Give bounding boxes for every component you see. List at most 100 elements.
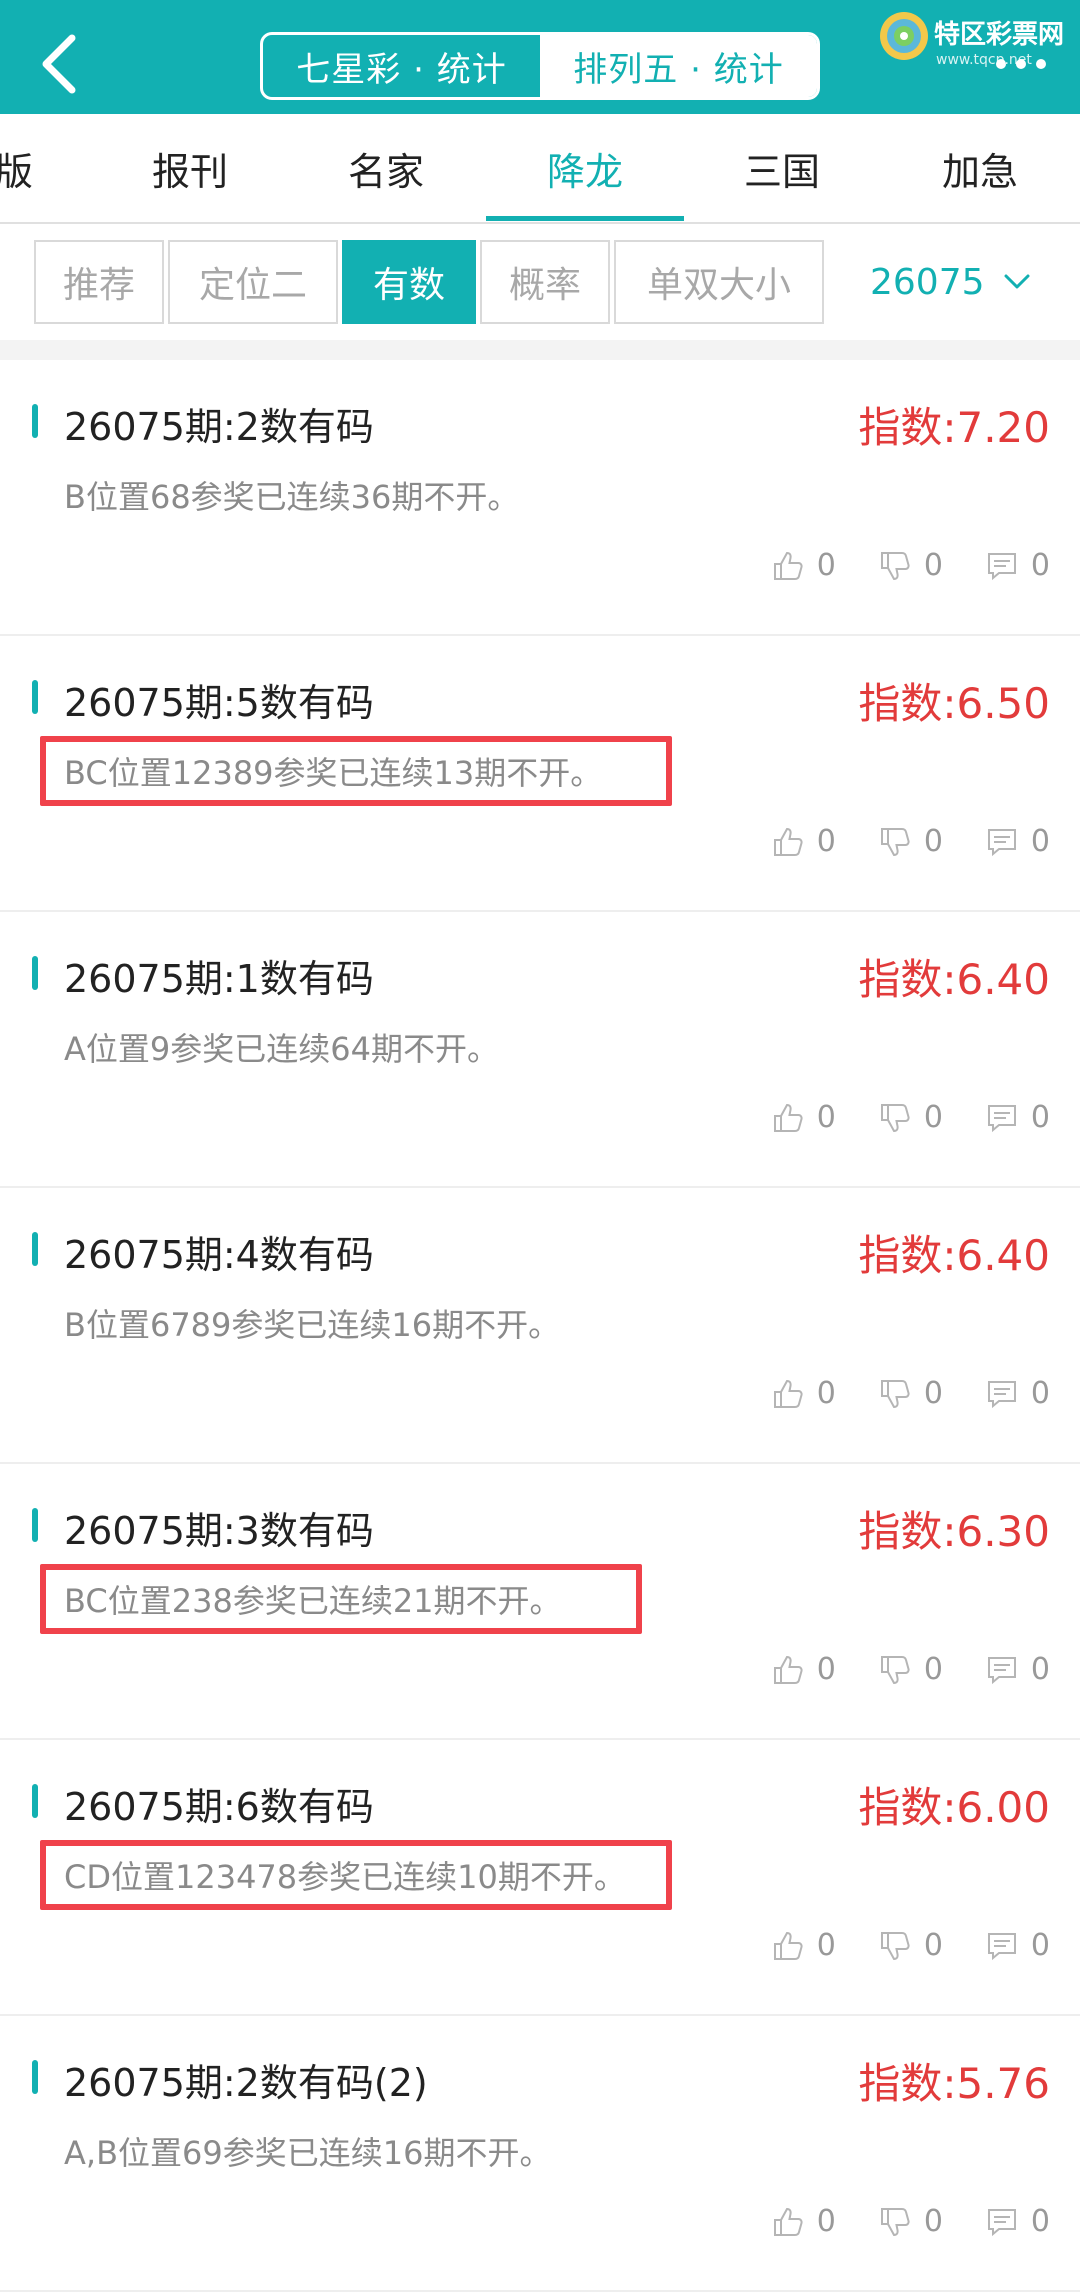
issue-number: 26075 [870,261,985,303]
thumb-down-icon [880,2207,910,2236]
more-button[interactable] [986,52,1056,76]
stat-list: 26075期:2数有码 指数:7.20 B位置68参奖已连续36期不开。 0 0 [0,360,1080,2292]
comment-button[interactable]: 0 [985,1928,1050,1963]
filter-dingwei[interactable]: 定位二 [168,240,338,324]
list-item[interactable]: 26075期:2数有码(2) 指数:5.76 A,B位置69参奖已连续16期不开… [0,2016,1080,2292]
item-title: 26075期:4数有码 [64,1233,374,1277]
highlight-box [40,1564,642,1634]
item-title: 26075期:3数有码 [64,1509,374,1553]
highlight-box [40,736,672,806]
dislike-button[interactable]: 0 [878,2204,943,2239]
accent-bar [32,404,38,438]
item-actions: 0 0 0 [771,824,1050,859]
like-count: 0 [816,2204,836,2239]
dislike-count: 0 [923,2204,943,2239]
item-title: 26075期:5数有码 [64,681,374,725]
list-item[interactable]: 26075期:1数有码 指数:6.40 A位置9参奖已连续64期不开。 0 0 [0,912,1080,1188]
item-index: 指数:5.76 [858,2059,1050,2108]
like-button[interactable]: 0 [771,548,836,583]
like-button[interactable]: 0 [771,2204,836,2239]
like-count: 0 [816,1928,836,1963]
tab-jianglong[interactable]: 降龙 [505,114,665,222]
dislike-button[interactable]: 0 [878,824,943,859]
like-count: 0 [816,1376,836,1411]
tab-ban[interactable]: 版 [0,114,94,222]
dislike-count: 0 [923,548,943,583]
comment-icon [987,1380,1016,1408]
issue-dropdown[interactable]: 26075 [870,240,1050,324]
item-index: 指数:6.30 [858,1507,1050,1556]
comment-button[interactable]: 0 [985,548,1050,583]
item-description: A位置9参奖已连续64期不开。 [64,1030,499,1068]
accent-bar [32,1232,38,1266]
dislike-button[interactable]: 0 [878,1652,943,1687]
dislike-button[interactable]: 0 [878,548,943,583]
tab-sanguo[interactable]: 三国 [702,114,862,222]
item-actions: 0 0 0 [771,548,1050,583]
thumb-up-icon [773,551,803,580]
list-item[interactable]: 26075期:3数有码 指数:6.30 BC位置238参奖已连续21期不开。 0… [0,1464,1080,1740]
logo-text: 特区彩票网 [934,20,1065,50]
comment-icon [987,552,1016,580]
tab-jiaji[interactable]: 加急 [900,114,1060,222]
item-index: 指数:6.40 [858,1231,1050,1280]
filter-tuijian[interactable]: 推荐 [34,240,164,324]
comment-count: 0 [1030,824,1050,859]
thumb-down-icon [880,827,910,856]
active-tab-indicator [486,216,684,221]
list-item[interactable]: 26075期:5数有码 指数:6.50 BC位置12389参奖已连续13期不开。… [0,636,1080,912]
item-index: 指数:6.40 [858,955,1050,1004]
filter-tabs: 推荐 定位二 有数 概率 单双大小 [34,240,828,324]
thumb-down-icon [880,551,910,580]
back-button[interactable] [28,26,88,102]
accent-bar [32,2060,38,2094]
like-button[interactable]: 0 [771,1928,836,1963]
like-button[interactable]: 0 [771,824,836,859]
item-actions: 0 0 0 [771,1100,1050,1135]
highlight-box [40,1840,672,1910]
chevron-down-icon [1004,274,1030,289]
comment-icon [987,1656,1016,1684]
lottery-switch: 七星彩 · 统计 排列五 · 统计 [260,32,820,100]
item-title: 26075期:6数有码 [64,1785,374,1829]
thumb-up-icon [773,1655,803,1684]
comment-button[interactable]: 0 [985,1376,1050,1411]
comment-button[interactable]: 0 [985,1100,1050,1135]
tab-baokan[interactable]: 报刊 [110,114,270,222]
comment-button[interactable]: 0 [985,1652,1050,1687]
accent-bar [32,1784,38,1818]
list-item[interactable]: 26075期:2数有码 指数:7.20 B位置68参奖已连续36期不开。 0 0 [0,360,1080,636]
dislike-button[interactable]: 0 [878,1376,943,1411]
comment-button[interactable]: 0 [985,2204,1050,2239]
filter-danshuang[interactable]: 单双大小 [614,240,824,324]
thumb-down-icon [880,1379,910,1408]
more-dots-icon [996,59,1006,69]
tab-mingjia[interactable]: 名家 [306,114,466,222]
filter-gailv[interactable]: 概率 [480,240,610,324]
item-actions: 0 0 0 [771,2204,1050,2239]
filter-youshu[interactable]: 有数 [342,240,476,324]
comment-count: 0 [1030,1652,1050,1687]
like-button[interactable]: 0 [771,1652,836,1687]
like-count: 0 [816,824,836,859]
list-item[interactable]: 26075期:6数有码 指数:6.00 CD位置123478参奖已连续10期不开… [0,1740,1080,2016]
item-title: 26075期:2数有码 [64,405,374,449]
seg-qixingcai[interactable]: 七星彩 · 统计 [263,35,540,97]
thumb-up-icon [773,1103,803,1132]
comment-count: 0 [1030,1100,1050,1135]
dislike-button[interactable]: 0 [878,1100,943,1135]
seg-pailiewu[interactable]: 排列五 · 统计 [540,35,817,97]
list-item[interactable]: 26075期:4数有码 指数:6.40 B位置6789参奖已连续16期不开。 0… [0,1188,1080,1464]
dislike-button[interactable]: 0 [878,1928,943,1963]
item-index: 指数:6.50 [858,679,1050,728]
like-button[interactable]: 0 [771,1100,836,1135]
comment-button[interactable]: 0 [985,824,1050,859]
more-dot [1036,59,1046,69]
comment-count: 0 [1030,2204,1050,2239]
thumb-down-icon [880,1655,910,1684]
like-count: 0 [816,1100,836,1135]
thumb-up-icon [773,827,803,856]
like-button[interactable]: 0 [771,1376,836,1411]
item-index: 指数:7.20 [858,403,1050,452]
accent-bar [32,1508,38,1542]
